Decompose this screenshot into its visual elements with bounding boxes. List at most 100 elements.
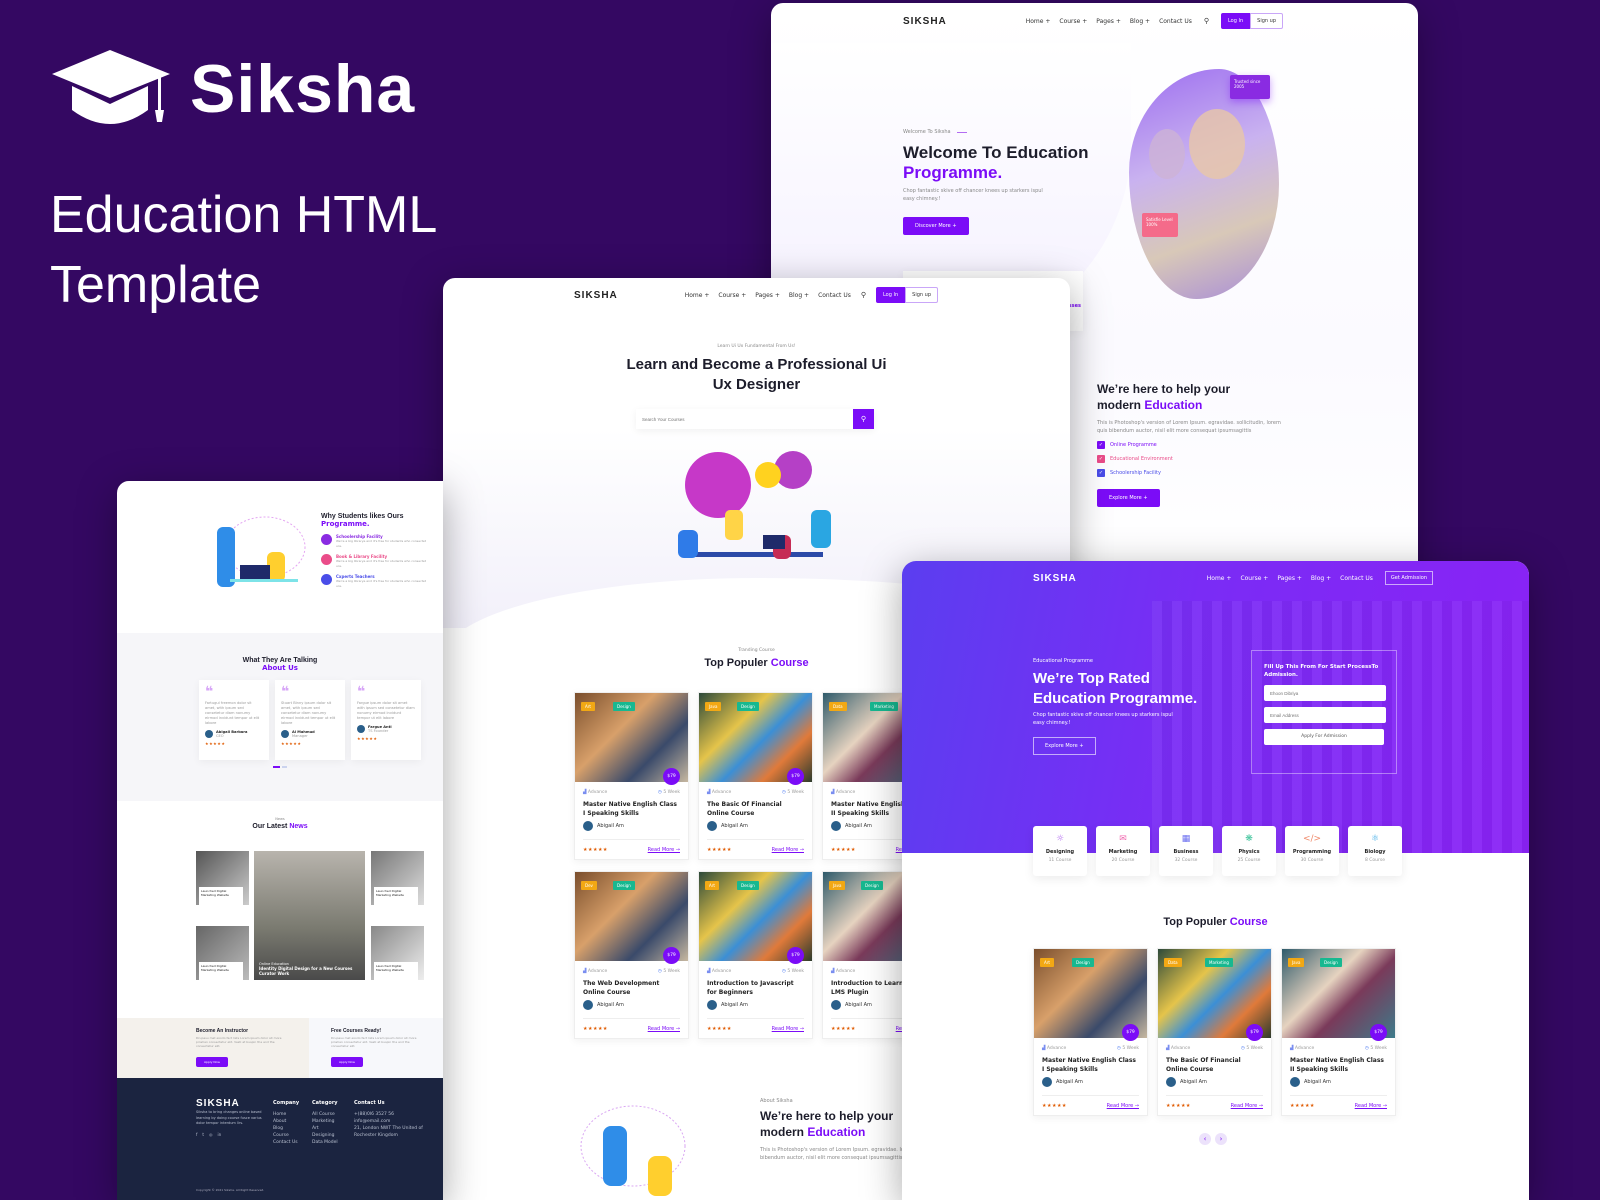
course-card[interactable]: Data Marketing $79 ▟ Advance ◷ 5 Week The…: [1157, 948, 1272, 1116]
footer-link[interactable]: Marketing: [312, 1118, 338, 1125]
signup-button[interactable]: Sign up: [905, 287, 938, 303]
logo[interactable]: SIKSHA: [1033, 573, 1077, 584]
login-button[interactable]: Log In: [875, 287, 906, 303]
get-admission-button[interactable]: Get Admission: [1384, 571, 1433, 585]
course-title[interactable]: The Basic Of Financial Online Course: [1166, 1057, 1263, 1074]
nav-home[interactable]: Home +: [685, 292, 710, 299]
course-title[interactable]: The Basic Of Financial Online Course: [707, 801, 804, 818]
read-more-link[interactable]: Read More →: [772, 847, 804, 853]
category-card[interactable]: ▦ Business 32 Course: [1159, 826, 1213, 876]
category-count: 20 Course: [1111, 858, 1135, 863]
footer-logo[interactable]: SIKSHA: [196, 1099, 266, 1109]
explore-more-button[interactable]: Explore More +: [1097, 489, 1160, 507]
read-more-link[interactable]: Read More →: [648, 847, 680, 853]
instagram-icon[interactable]: ◎: [209, 1131, 213, 1138]
course-title[interactable]: The Web Development Online Course: [583, 980, 680, 997]
course-title[interactable]: Master Native English Class I Speaking S…: [1042, 1057, 1139, 1074]
nav-course[interactable]: Course +: [718, 292, 746, 299]
apply-now-button[interactable]: Apply Now: [196, 1057, 228, 1067]
footer-link[interactable]: Course: [273, 1132, 299, 1139]
nav-blog[interactable]: Blog +: [1130, 18, 1150, 25]
course-card[interactable]: Art Design $79 ▟ Advance ◷ 5 Week Master …: [1033, 948, 1148, 1116]
category-card[interactable]: ⚛ Biology 8 Course: [1348, 826, 1402, 876]
level-text: Advance: [711, 969, 732, 974]
nav-home[interactable]: Home +: [1026, 18, 1051, 25]
read-more-link[interactable]: Read More →: [772, 1026, 804, 1032]
duration-label: ◷ 5 Week: [1117, 1046, 1139, 1051]
read-more-link[interactable]: Read More →: [1107, 1103, 1139, 1109]
course-card[interactable]: Dev Design $79 ▟ Advance ◷ 5 Week The Web…: [574, 871, 689, 1039]
carousel-dot-active[interactable]: [273, 766, 280, 768]
nav-contact[interactable]: Contact Us: [1340, 575, 1373, 582]
hero-text: Educational Programme We’re Top Rated Ed…: [1033, 658, 1197, 755]
search-input[interactable]: [636, 409, 853, 429]
nav-course[interactable]: Course +: [1059, 18, 1087, 25]
logo[interactable]: SIKSHA: [903, 16, 947, 27]
explore-more-button[interactable]: Explore More +: [1033, 737, 1096, 755]
nav-blog[interactable]: Blog +: [1311, 575, 1331, 582]
discover-more-button[interactable]: Discover More +: [903, 217, 969, 235]
nav-course[interactable]: Course +: [1240, 575, 1268, 582]
course-card[interactable]: Art Design $79 ▟ Advance ◷ 5 Week Master …: [574, 692, 689, 860]
linkedin-icon[interactable]: in: [218, 1131, 222, 1138]
read-more-link[interactable]: Read More →: [1355, 1103, 1387, 1109]
about-section: We’re here to help your modern Education…: [1097, 381, 1297, 507]
nav-home[interactable]: Home +: [1207, 575, 1232, 582]
prev-button[interactable]: ‹: [1199, 1133, 1211, 1145]
category-card[interactable]: ❋ Physics 25 Course: [1222, 826, 1276, 876]
read-more-link[interactable]: Read More →: [1231, 1103, 1263, 1109]
course-tag: Dev: [581, 881, 597, 890]
course-title[interactable]: Master Native English Class II Speaking …: [1290, 1057, 1387, 1074]
search-button[interactable]: ⚲: [853, 409, 874, 429]
nav-blog[interactable]: Blog +: [789, 292, 809, 299]
apply-admission-button[interactable]: Apply For Admission: [1264, 729, 1384, 745]
category-count: 8 Course: [1364, 858, 1385, 863]
login-button[interactable]: Log In: [1220, 13, 1251, 29]
course-title[interactable]: Introduction to Javascript for Beginners: [707, 980, 804, 997]
search-icon[interactable]: ⚲: [1204, 17, 1209, 25]
twitter-icon[interactable]: t: [202, 1131, 204, 1138]
email-input[interactable]: [1264, 707, 1386, 723]
news-card[interactable]: Launched Digital Marketing Website: [371, 926, 424, 980]
course-image: Java Design $79: [1282, 949, 1395, 1041]
footer-link[interactable]: Designing: [312, 1132, 338, 1139]
search-icon[interactable]: ⚲: [861, 291, 866, 299]
signup-button[interactable]: Sign up: [1250, 13, 1283, 29]
nav-pages[interactable]: Pages +: [755, 292, 780, 299]
category-card[interactable]: ✉ Marketing 20 Course: [1096, 826, 1150, 876]
category-card[interactable]: </> Programming 30 Course: [1285, 826, 1339, 876]
nav-pages[interactable]: Pages +: [1096, 18, 1121, 25]
course-card[interactable]: Art Design $79 ▟ Advance ◷ 5 Week Introdu…: [698, 871, 813, 1039]
person-shape: [678, 530, 698, 558]
footer-link[interactable]: All Course: [312, 1111, 338, 1118]
category-icon: </>: [1302, 834, 1322, 844]
course-card[interactable]: Java Design $79 ▟ Advance ◷ 5 Week The Ba…: [698, 692, 813, 860]
footer-link[interactable]: About: [273, 1118, 299, 1125]
course-tag: Design: [861, 881, 883, 890]
apply-now-button[interactable]: Apply Now: [331, 1057, 363, 1067]
footer-about: SIKSHA Siksha to bring changes online ba…: [196, 1099, 266, 1138]
logo[interactable]: SIKSHA: [574, 290, 618, 301]
course-card[interactable]: Java Design $79 ▟ Advance ◷ 5 Week Master…: [1281, 948, 1396, 1116]
name-input[interactable]: [1264, 685, 1386, 701]
checklist-item: ✓ Online Programme: [1097, 441, 1297, 449]
news-card[interactable]: Launched Digital Marketing Website: [371, 851, 424, 905]
news-card[interactable]: Launched Digital Marketing Website: [196, 851, 249, 905]
footer-link[interactable]: Contact Us: [273, 1139, 299, 1146]
footer-link[interactable]: Art: [312, 1125, 338, 1132]
news-card[interactable]: Launched Digital Marketing Website: [196, 926, 249, 980]
category-card[interactable]: ☼ Designing 11 Course: [1033, 826, 1087, 876]
news-card-featured[interactable]: Online Education Identity Digital Design…: [254, 851, 365, 980]
nav-contact[interactable]: Contact Us: [818, 292, 851, 299]
carousel-dot[interactable]: [282, 766, 287, 768]
footer-link[interactable]: Data Model: [312, 1139, 338, 1146]
read-more-link[interactable]: Read More →: [648, 1026, 680, 1032]
nav-pages[interactable]: Pages +: [1277, 575, 1302, 582]
footer-link[interactable]: Blog: [273, 1125, 299, 1132]
course-title[interactable]: Master Native English Class I Speaking S…: [583, 801, 680, 818]
next-button[interactable]: ›: [1215, 1133, 1227, 1145]
level-icon: ▟: [1166, 1046, 1170, 1051]
nav-contact[interactable]: Contact Us: [1159, 18, 1192, 25]
facebook-icon[interactable]: f: [196, 1131, 197, 1138]
footer-link[interactable]: Home: [273, 1111, 299, 1118]
